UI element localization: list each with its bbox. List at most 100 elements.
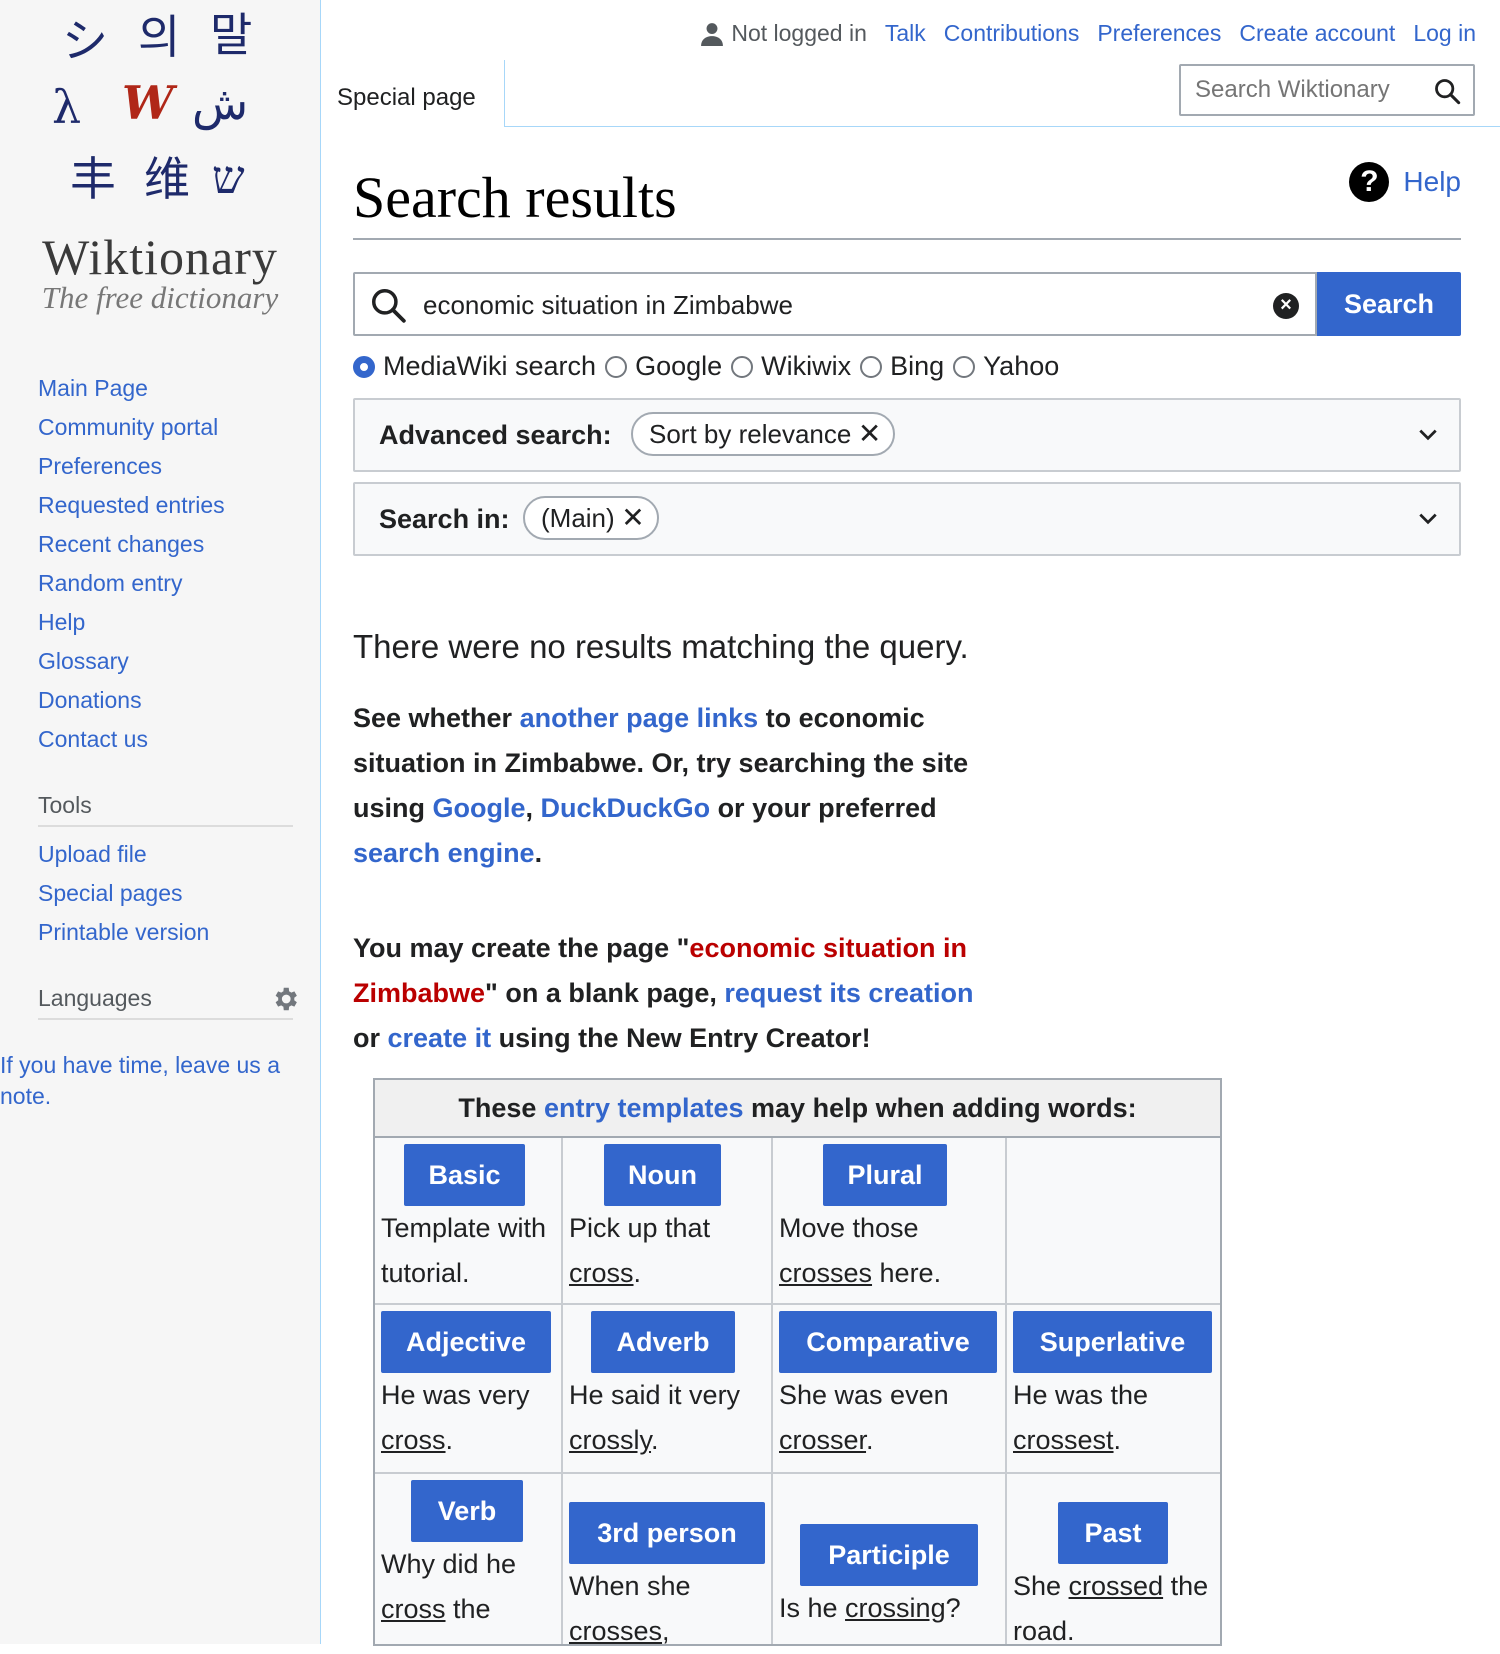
logo-glyph: ש bbox=[212, 150, 245, 204]
search-engine-link[interactable]: search engine bbox=[353, 838, 535, 868]
template-adverb-button[interactable]: Adverb bbox=[591, 1311, 735, 1373]
create-it-link[interactable]: create it bbox=[388, 1023, 492, 1053]
sidebar-item-recent-changes[interactable]: Recent changes bbox=[38, 531, 204, 557]
feedback-link[interactable]: If you have time, leave us a note. bbox=[0, 1050, 315, 1112]
advanced-search-label: Advanced search: bbox=[379, 420, 612, 450]
sort-chip: Sort by relevance ✕ bbox=[631, 412, 896, 456]
sidebar-item-help[interactable]: Help bbox=[38, 609, 85, 635]
sidebar-item-main-page[interactable]: Main Page bbox=[38, 375, 148, 401]
talk-link[interactable]: Talk bbox=[885, 20, 926, 47]
example-word: crosses bbox=[779, 1258, 873, 1288]
title-divider bbox=[353, 238, 1461, 240]
template-noun-button[interactable]: Noun bbox=[604, 1144, 721, 1206]
clear-icon[interactable]: × bbox=[1273, 293, 1299, 319]
radio-icon bbox=[731, 355, 754, 378]
create-account-link[interactable]: Create account bbox=[1239, 20, 1395, 47]
text: . bbox=[534, 838, 543, 868]
template-participle-button[interactable]: Participle bbox=[800, 1524, 978, 1586]
user-status: Not logged in bbox=[701, 20, 867, 47]
close-icon[interactable]: ✕ bbox=[858, 414, 881, 454]
table-cell: Comparative She was even crosser. bbox=[773, 1305, 1007, 1472]
navigation-menu: Main Page Community portal Preferences R… bbox=[38, 369, 225, 759]
logo-glyph: λ bbox=[52, 80, 82, 134]
chevron-down-icon[interactable] bbox=[1417, 508, 1439, 530]
namespace-chip: (Main) ✕ bbox=[523, 496, 659, 540]
text: See whether bbox=[353, 703, 520, 733]
template-basic-button[interactable]: Basic bbox=[404, 1144, 525, 1206]
engine-option-google[interactable]: Google bbox=[605, 351, 722, 382]
help-label: Help bbox=[1403, 166, 1461, 197]
table-cell: Past She crossed the road. bbox=[1007, 1474, 1220, 1646]
template-comparative-button[interactable]: Comparative bbox=[779, 1311, 997, 1373]
engine-option-wikiwix[interactable]: Wikiwix bbox=[731, 351, 851, 382]
engine-option-mediawiki[interactable]: MediaWiki search bbox=[353, 351, 596, 382]
search-query-text: economic situation in Zimbabwe bbox=[423, 290, 793, 320]
wiktionary-logo[interactable]: シ 의 말 λ W ش 丰 维 ש Wiktionary The free di… bbox=[0, 0, 320, 330]
table-cell: Verb Why did he cross the bbox=[375, 1474, 563, 1644]
text: . bbox=[651, 1425, 659, 1455]
template-adjective-button[interactable]: Adjective bbox=[381, 1311, 551, 1373]
sidebar-item-preferences[interactable]: Preferences bbox=[38, 453, 162, 479]
sidebar-item-community-portal[interactable]: Community portal bbox=[38, 414, 218, 440]
not-logged-in-label: Not logged in bbox=[731, 20, 867, 46]
entry-templates-link[interactable]: entry templates bbox=[544, 1093, 744, 1123]
engine-option-bing[interactable]: Bing bbox=[860, 351, 944, 382]
text: These bbox=[458, 1093, 544, 1123]
main-search-input[interactable]: economic situation in Zimbabwe × bbox=[353, 272, 1317, 336]
text: or bbox=[353, 1023, 388, 1053]
search-engine-options: MediaWiki search Google Wikiwix Bing Yah… bbox=[353, 351, 1068, 382]
template-past-button[interactable]: Past bbox=[1058, 1502, 1168, 1564]
close-icon[interactable]: ✕ bbox=[621, 498, 644, 538]
preferences-link[interactable]: Preferences bbox=[1097, 20, 1221, 47]
template-plural-button[interactable]: Plural bbox=[823, 1144, 947, 1206]
text: He said it very bbox=[569, 1380, 741, 1410]
table-cell: Plural Move those crosses here. bbox=[773, 1138, 1007, 1303]
sidebar-item-printable-version[interactable]: Printable version bbox=[38, 919, 209, 945]
log-in-link[interactable]: Log in bbox=[1413, 20, 1476, 47]
template-description: She was even crosser. bbox=[779, 1373, 989, 1463]
table-cell: 3rd person When she crosses, bbox=[563, 1474, 773, 1646]
example-word: cross bbox=[381, 1594, 446, 1624]
sidebar-item-donations[interactable]: Donations bbox=[38, 687, 142, 713]
template-verb-button[interactable]: Verb bbox=[411, 1480, 523, 1542]
duckduckgo-link[interactable]: DuckDuckGo bbox=[541, 793, 711, 823]
tools-menu: Upload file Special pages Printable vers… bbox=[38, 835, 209, 952]
contributions-link[interactable]: Contributions bbox=[944, 20, 1080, 47]
table-header: These entry templates may help when addi… bbox=[375, 1080, 1220, 1138]
advanced-search-panel[interactable]: Advanced search: Sort by relevance ✕ bbox=[353, 398, 1461, 472]
gear-icon[interactable] bbox=[270, 984, 300, 1014]
engine-option-yahoo[interactable]: Yahoo bbox=[953, 351, 1059, 382]
google-link[interactable]: Google bbox=[433, 793, 526, 823]
tabs-divider bbox=[504, 126, 1500, 127]
template-description: Is he crossing? bbox=[779, 1586, 999, 1631]
sidebar-item-special-pages[interactable]: Special pages bbox=[38, 880, 183, 906]
template-3rd-person-button[interactable]: 3rd person bbox=[569, 1502, 765, 1564]
what-links-here-link[interactable]: another page links bbox=[520, 703, 759, 733]
header-search-input[interactable] bbox=[1193, 75, 1427, 105]
sidebar-item-upload-file[interactable]: Upload file bbox=[38, 841, 147, 867]
logo-glyph: 维 bbox=[144, 152, 190, 206]
sidebar-item-contact-us[interactable]: Contact us bbox=[38, 726, 148, 752]
search-icon bbox=[372, 289, 406, 323]
tab-special-page[interactable]: Special page bbox=[321, 60, 505, 126]
text: . bbox=[1113, 1425, 1122, 1455]
sidebar-item-requested-entries[interactable]: Requested entries bbox=[38, 492, 225, 518]
question-icon: ? bbox=[1349, 162, 1390, 202]
search-button[interactable]: Search bbox=[1317, 272, 1461, 336]
template-superlative-button[interactable]: Superlative bbox=[1013, 1311, 1212, 1373]
sidebar-item-random-entry[interactable]: Random entry bbox=[38, 570, 182, 596]
template-description: Pick up that cross. bbox=[569, 1206, 759, 1296]
help-link[interactable]: ? Help bbox=[1349, 162, 1461, 202]
chevron-down-icon[interactable] bbox=[1417, 424, 1439, 446]
no-results-message: There were no results matching the query… bbox=[353, 628, 969, 665]
text: . bbox=[633, 1258, 642, 1288]
text: She bbox=[1013, 1571, 1069, 1601]
sidebar-item-glossary[interactable]: Glossary bbox=[38, 648, 129, 674]
request-creation-link[interactable]: request its creation bbox=[724, 978, 973, 1008]
engine-label: Yahoo bbox=[983, 351, 1060, 381]
create-page-paragraph: You may create the page "economic situat… bbox=[353, 926, 1003, 1061]
user-icon bbox=[701, 22, 724, 46]
search-in-panel[interactable]: Search in: (Main) ✕ bbox=[353, 482, 1461, 556]
template-description: She crossed the road. bbox=[1013, 1564, 1213, 1654]
search-icon[interactable] bbox=[1433, 77, 1461, 105]
